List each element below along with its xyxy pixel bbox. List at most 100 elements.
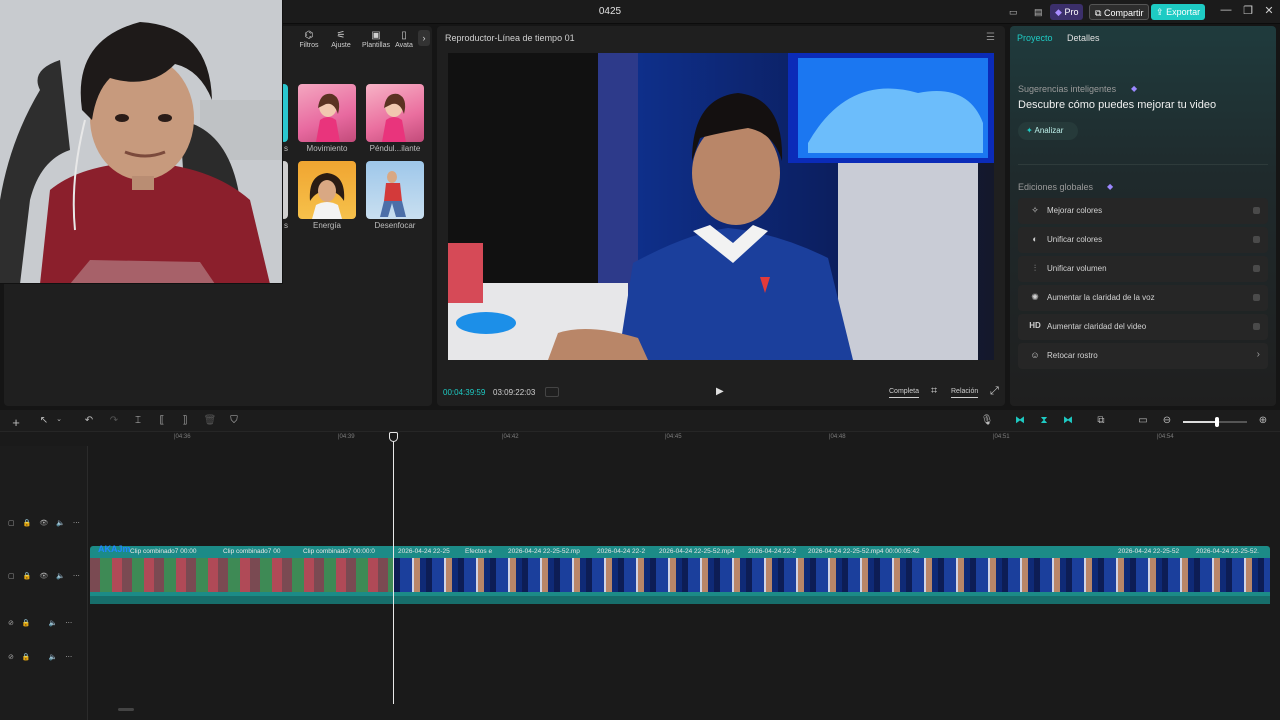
- edit-claridad-voz[interactable]: ✺ Aumentar la claridad de la voz: [1018, 285, 1268, 311]
- edit-unificar-colores[interactable]: ◐ Unificar colores: [1018, 227, 1268, 253]
- share-icon: ⧉: [1095, 8, 1102, 18]
- tab-ajuste[interactable]: ⚟ Ajuste: [324, 30, 358, 49]
- undo-icon[interactable]: ↶: [82, 415, 96, 426]
- toggle[interactable]: [1253, 294, 1260, 301]
- tab-plantillas[interactable]: ▣ Plantillas: [359, 30, 393, 49]
- clip-label: 2026-04-24 22-25-52.: [1196, 548, 1259, 555]
- overlay-text-clip[interactable]: AKAJm: [98, 544, 131, 554]
- restore-button[interactable]: ❐: [1240, 4, 1256, 17]
- tab-detalles[interactable]: Detalles: [1067, 33, 1100, 43]
- tab-label: Filtros: [299, 42, 319, 49]
- video-preview[interactable]: [448, 53, 994, 360]
- preview-axis-icon[interactable]: ⧉: [1094, 415, 1108, 426]
- crop-icon[interactable]: ⌗: [931, 385, 937, 398]
- menu-icon[interactable]: ☰: [986, 32, 995, 43]
- tab-avatar[interactable]: ▯ Avata: [392, 30, 416, 49]
- link-icon[interactable]: ⧓: [1013, 415, 1027, 426]
- tab-proyecto[interactable]: Proyecto: [1017, 33, 1053, 43]
- zoom-in-icon[interactable]: ⊕: [1256, 415, 1270, 426]
- toggle[interactable]: [1253, 265, 1260, 272]
- layout-icon[interactable]: ▭: [1004, 4, 1023, 20]
- zoom-slider-handle[interactable]: [1215, 417, 1219, 427]
- effect-thumb-pendulo[interactable]: [366, 84, 424, 142]
- share-label: Compartir: [1103, 8, 1144, 18]
- share-button[interactable]: ⧉ Compartir: [1089, 4, 1150, 20]
- diamond-icon: ◆: [1055, 7, 1062, 17]
- person-image: [382, 93, 406, 142]
- pointer-icon[interactable]: ↖: [37, 415, 51, 426]
- edit-label: Aumentar la claridad de la voz: [1047, 293, 1155, 302]
- clip-label: 2026-04-24 22-25: [398, 548, 450, 555]
- toggle[interactable]: [1253, 323, 1260, 330]
- edit-label: Aumentar claridad del video: [1047, 322, 1147, 331]
- zoom-slider[interactable]: [1183, 417, 1247, 427]
- analyze-label: Analizar: [1034, 126, 1064, 135]
- adjust-icon: ⚟: [336, 30, 346, 41]
- add-icon[interactable]: +: [9, 415, 23, 430]
- face-retouch-icon: ☺: [1030, 350, 1040, 360]
- trim-left-icon[interactable]: ⟦: [155, 415, 169, 426]
- magnet-icon[interactable]: ⧓: [1061, 415, 1075, 426]
- track-controls-audio2[interactable]: ⊘🔒 🔈⋯: [8, 653, 80, 661]
- redo-icon[interactable]: ↷: [107, 415, 121, 426]
- effect-label: Péndul...ilante: [369, 144, 421, 153]
- edit-label: Mejorar colores: [1047, 206, 1103, 215]
- clip-label: 2026-04-24 22-25-52.mp4: [659, 548, 735, 555]
- split-icon[interactable]: ⌶: [131, 415, 145, 426]
- microphone-icon[interactable]: 🎙: [980, 415, 994, 426]
- edit-label: Unificar colores: [1047, 235, 1103, 244]
- panel-icon[interactable]: ▤: [1029, 4, 1048, 20]
- trim-right-icon[interactable]: ⟧: [178, 415, 192, 426]
- webcam-overlay: [0, 0, 283, 284]
- webcam-person-image: [0, 0, 282, 283]
- effect-thumb-energia[interactable]: [298, 161, 356, 219]
- toggle[interactable]: [1253, 236, 1260, 243]
- chevron-right-icon[interactable]: ›: [418, 30, 430, 46]
- caption-icon[interactable]: ▭: [1136, 415, 1150, 426]
- delete-icon[interactable]: 🗑: [203, 415, 217, 426]
- avatar-icon: ▯: [401, 30, 407, 41]
- player-panel: Reproductor-Línea de tiempo 01 ☰ 00:04:3…: [437, 26, 1005, 406]
- effect-thumb-movimiento[interactable]: [298, 84, 356, 142]
- playhead[interactable]: [393, 432, 394, 704]
- magic-wand-icon: ✧: [1031, 205, 1039, 215]
- ruler-tick: |04:39: [338, 434, 355, 440]
- total-time: 03:09:22:03: [493, 388, 536, 397]
- minimize-button[interactable]: —: [1218, 4, 1234, 16]
- shield-icon[interactable]: ⛉: [227, 415, 241, 426]
- track-controls-main[interactable]: ▢🔒👁🔈⋯: [8, 572, 88, 580]
- edit-claridad-video[interactable]: HD Aumentar claridad del video: [1018, 314, 1268, 340]
- snap-icon[interactable]: ⧗: [1037, 415, 1051, 426]
- effect-thumb-desenfocar[interactable]: [366, 161, 424, 219]
- grid-icon[interactable]: [545, 387, 559, 397]
- sparkle-icon: ✦: [1026, 126, 1033, 135]
- full-button[interactable]: Completa: [889, 387, 919, 398]
- tab-filtros[interactable]: ⌬ Filtros: [292, 30, 326, 49]
- close-button[interactable]: ✕: [1261, 4, 1277, 17]
- chevron-down-icon[interactable]: ⌄: [52, 415, 66, 423]
- time-ruler[interactable]: |04:36 |04:39 |04:42 |04:45 |04:48 |04:5…: [90, 432, 1280, 446]
- ratio-button[interactable]: Relación: [951, 387, 979, 398]
- diamond-icon: ◆: [1131, 84, 1138, 93]
- edit-unificar-volumen[interactable]: ⫶ Unificar volumen: [1018, 256, 1268, 282]
- video-frame-image: [448, 53, 994, 360]
- zoom-out-icon[interactable]: ⊖: [1160, 415, 1174, 426]
- ruler-tick: |04:45: [665, 434, 682, 440]
- current-time: 00:04:39:59: [443, 388, 486, 397]
- fullscreen-icon[interactable]: ⤢: [990, 385, 999, 398]
- global-edits-title: Ediciones globales: [1018, 182, 1094, 192]
- toggle[interactable]: [1253, 207, 1260, 214]
- horizontal-scrollbar[interactable]: [118, 708, 134, 711]
- playhead-handle[interactable]: [389, 432, 398, 442]
- edit-retocar-rostro[interactable]: ☺ Retocar rostro ›: [1018, 343, 1268, 369]
- pro-button[interactable]: ◆ Pro: [1050, 4, 1084, 20]
- track-controls-overlay[interactable]: ▢🔒👁🔈⋯: [8, 519, 88, 527]
- person-image: [380, 171, 406, 217]
- export-button[interactable]: ⇪ Exportar: [1151, 4, 1206, 20]
- analyze-button[interactable]: ✦ Analizar: [1018, 122, 1078, 140]
- play-icon[interactable]: ▶: [716, 386, 724, 397]
- export-label: Exportar: [1166, 7, 1201, 17]
- track-controls-audio1[interactable]: ⊘🔒 🔈⋯: [8, 619, 80, 627]
- edit-mejorar-colores[interactable]: ✧ Mejorar colores: [1018, 198, 1268, 224]
- clip-label: 2026-04-24 22-25-52.mp: [508, 548, 580, 555]
